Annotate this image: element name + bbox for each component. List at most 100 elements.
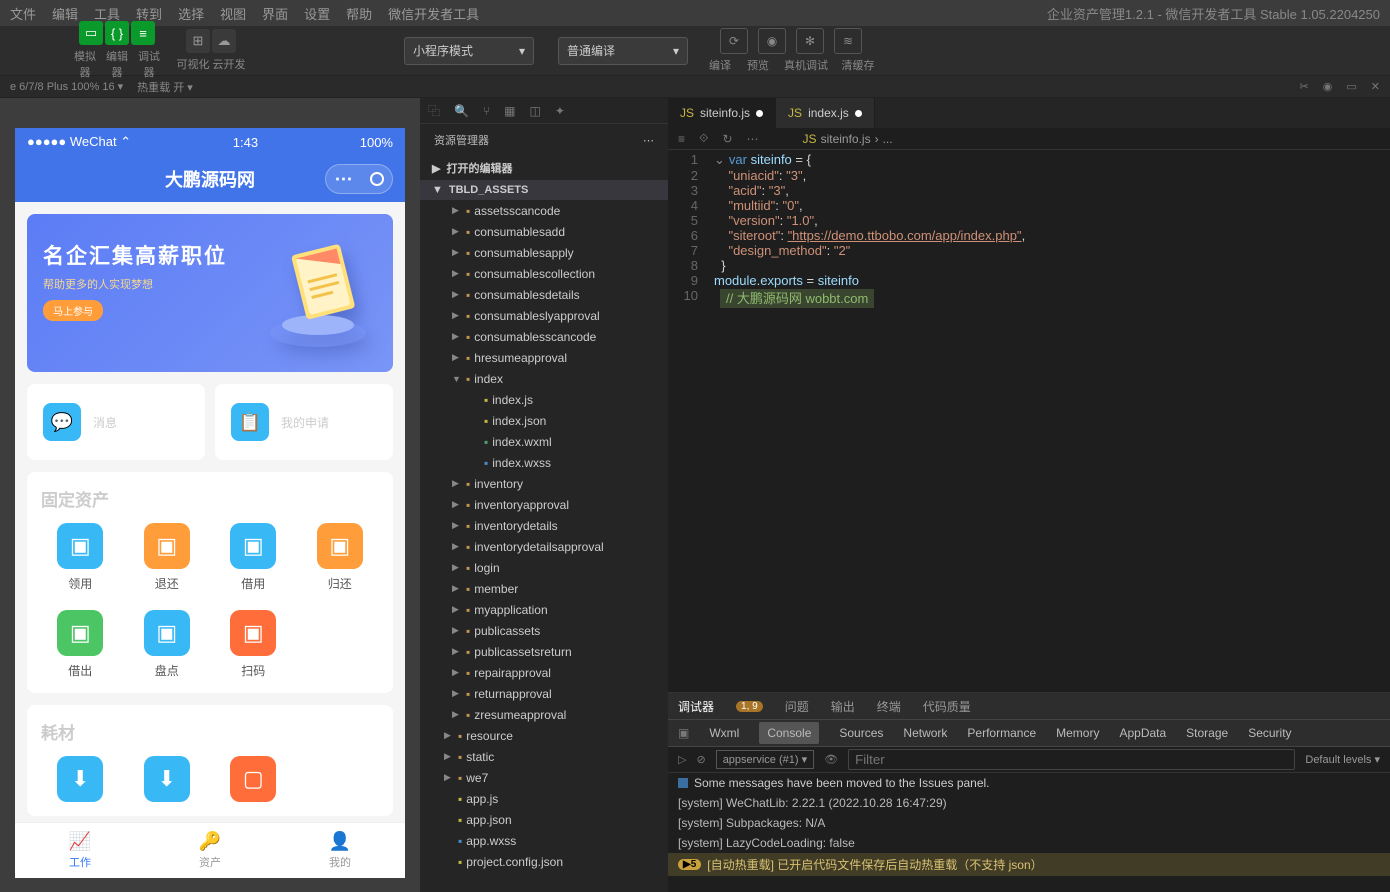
tree-resource[interactable]: ▶▪resource [420,725,668,746]
tree-inventorydetailsapproval[interactable]: ▶▪inventorydetailsapproval [420,536,668,557]
grid-领用[interactable]: ▣领用 [41,523,120,592]
tree-consumablescollection[interactable]: ▶▪consumablescollection [420,263,668,284]
menu-item[interactable]: 界面 [262,4,288,23]
tree-index[interactable]: ▼▪index [420,368,668,389]
tab-我的[interactable]: 👤我的 [275,823,405,878]
tree-assetsscancode[interactable]: ▶▪assetsscancode [420,200,668,221]
levels-select[interactable]: Default levels ▾ [1305,753,1380,766]
menu-item[interactable]: 视图 [220,4,246,23]
tree-consumablesadd[interactable]: ▶▪consumablesadd [420,221,668,242]
play-icon[interactable]: ▷ [678,753,686,766]
preview-icon[interactable]: ◉ [758,28,786,54]
compile-icon[interactable]: ⟳ [720,28,748,54]
search-icon[interactable]: 🔍 [454,104,469,118]
dt2-Memory[interactable]: Memory [1056,726,1099,740]
close-icon[interactable]: ✕ [1371,80,1380,93]
branch-icon[interactable]: ⑂ [483,104,490,118]
tree-index.wxss[interactable]: ▪index.wxss [420,452,668,473]
tree-myapplication[interactable]: ▶▪myapplication [420,599,668,620]
visual-btn[interactable]: ⊞ [186,29,210,53]
tree-index.json[interactable]: ▪index.json [420,410,668,431]
grid-借出[interactable]: ▣借出 [41,610,120,679]
dt2-Console[interactable]: Console [759,722,819,744]
tree-project.config.json[interactable]: ▪project.config.json [420,851,668,872]
root-folder[interactable]: ▼TBLD_ASSETS [420,180,668,200]
card-messages[interactable]: 💬消息 [27,384,205,460]
more-ed-icon[interactable]: ⋯ [747,132,759,146]
tree-consumableslyapproval[interactable]: ▶▪consumableslyapproval [420,305,668,326]
tree-member[interactable]: ▶▪member [420,578,668,599]
tree-inventory[interactable]: ▶▪inventory [420,473,668,494]
tree-consumablesapply[interactable]: ▶▪consumablesapply [420,242,668,263]
card-myapp[interactable]: 📋我的申请 [215,384,393,460]
tab-工作[interactable]: 📈工作 [15,823,145,878]
menu-item[interactable]: 选择 [178,4,204,23]
open-editors-header[interactable]: ▶打开的编辑器 [420,156,668,180]
tree-returnapproval[interactable]: ▶▪returnapproval [420,683,668,704]
dt1-问题[interactable]: 问题 [785,698,809,715]
tree-we7[interactable]: ▶▪we7 [420,767,668,788]
eye-icon[interactable]: 👁 [824,753,838,766]
dt1-终端[interactable]: 终端 [877,698,901,715]
debugger-btn[interactable]: ≡ [131,21,155,45]
tree-consumablesscancode[interactable]: ▶▪consumablesscancode [420,326,668,347]
capsule-button[interactable]: ⋯ [325,164,393,194]
simulator-btn[interactable]: ▭ [79,21,103,45]
banner[interactable]: 名企汇集高薪职位 帮助更多的人实现梦想 马上参与 [27,214,393,372]
compile-ed-icon[interactable]: ↻ [722,132,732,146]
tree-zresumeapproval[interactable]: ▶▪zresumeapproval [420,704,668,725]
clear-icon[interactable]: ⊘ [696,753,705,766]
menu-item[interactable]: 转到 [136,4,162,23]
context-select[interactable]: appservice (#1) ▾ [716,750,814,769]
dt2-Performance[interactable]: Performance [967,726,1036,740]
code-editor[interactable]: 1⌄var siteinfo = { 2 "uniacid": "3", 3 "… [668,150,1390,307]
menu-item[interactable]: 工具 [94,4,120,23]
menu-item[interactable]: 文件 [10,4,36,23]
dt2-Network[interactable]: Network [903,726,947,740]
phone-icon[interactable]: ▭ [1346,80,1356,93]
more-icon[interactable]: ⋯ [643,134,654,147]
device-select[interactable]: e 6/7/8 Plus 100% 16 ▾ [10,80,123,93]
cut-icon[interactable]: ✂ [1300,80,1309,93]
menu-item[interactable]: 微信开发者工具 [388,4,479,23]
tree-app.wxss[interactable]: ▪app.wxss [420,830,668,851]
clear-cache-icon[interactable]: ≋ [834,28,862,54]
menu-item[interactable]: 设置 [304,4,330,23]
tree-index.wxml[interactable]: ▪index.wxml [420,431,668,452]
dt2-AppData[interactable]: AppData [1119,726,1166,740]
dt2-Sources[interactable]: Sources [839,726,883,740]
tab-资产[interactable]: 🔑资产 [145,823,275,878]
ext-icon[interactable]: ▦ [504,104,515,118]
tab-index[interactable]: JSindex.js [776,98,875,128]
phone-frame[interactable]: ●●●●● WeChat ⌃1:43100% 大鹏源码网 ⋯ 名企汇集高薪职位 … [15,128,405,878]
dt2-Wxml[interactable]: Wxml [709,726,739,740]
tree-consumablesdetails[interactable]: ▶▪consumablesdetails [420,284,668,305]
remote-debug-icon[interactable]: ✻ [796,28,824,54]
tree-inventoryapproval[interactable]: ▶▪inventoryapproval [420,494,668,515]
tree-publicassets[interactable]: ▶▪publicassets [420,620,668,641]
ext3-icon[interactable]: ✦ [555,104,565,118]
record-icon[interactable]: ◉ [1323,80,1333,93]
tree-publicassetsreturn[interactable]: ▶▪publicassetsreturn [420,641,668,662]
filter-input[interactable] [848,749,1295,770]
dt1-输出[interactable]: 输出 [831,698,855,715]
menu-item[interactable]: 帮助 [346,4,372,23]
dt2-Security[interactable]: Security [1248,726,1291,740]
compile-select[interactable]: 普通编译▾ [558,37,688,65]
tree-app.js[interactable]: ▪app.js [420,788,668,809]
list-icon[interactable]: ≡ [678,132,685,146]
ext2-icon[interactable]: ◫ [530,104,541,118]
mode-select[interactable]: 小程序模式▾ [404,37,534,65]
grid-扫码[interactable]: ▣扫码 [214,610,293,679]
dt-tab-debugger[interactable]: 调试器 [678,698,714,715]
tab-siteinfo[interactable]: JSsiteinfo.js [668,98,776,128]
bookmark-icon[interactable]: ⟐ [699,131,708,146]
menu-item[interactable]: 编辑 [52,4,78,23]
tree-inventorydetails[interactable]: ▶▪inventorydetails [420,515,668,536]
tree-login[interactable]: ▶▪login [420,557,668,578]
grid-盘点[interactable]: ▣盘点 [128,610,207,679]
cloud-btn[interactable]: ☁ [212,29,236,53]
hot-reload[interactable]: 热重载 开 ▾ [137,79,193,95]
tree-index.js[interactable]: ▪index.js [420,389,668,410]
grid-归还[interactable]: ▣归还 [301,523,380,592]
